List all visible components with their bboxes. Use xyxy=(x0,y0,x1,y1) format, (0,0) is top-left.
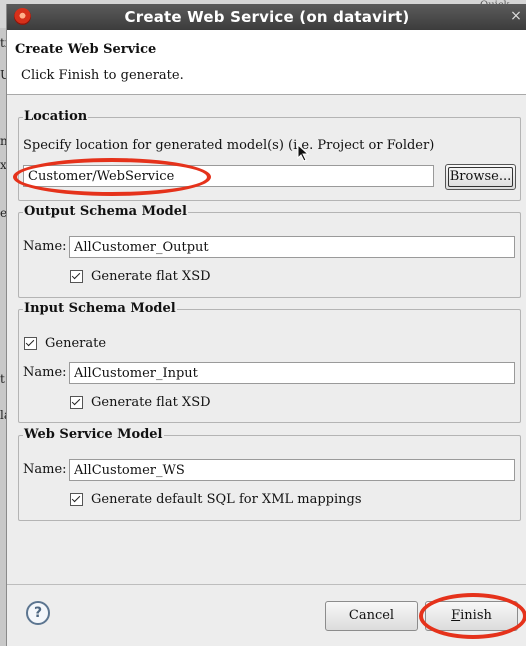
ws-name-label: Name: xyxy=(23,462,67,477)
cancel-button[interactable]: Cancel xyxy=(325,601,418,631)
finish-button[interactable]: Finish xyxy=(425,601,518,631)
input-flat-xsd-label: Generate flat XSD xyxy=(91,395,211,410)
input-generate-row[interactable]: Generate xyxy=(24,336,106,351)
output-schema-group: Output Schema Model Name: Generate flat … xyxy=(18,204,521,298)
help-icon[interactable]: ? xyxy=(26,601,50,625)
close-icon[interactable]: × xyxy=(509,7,523,25)
input-flat-xsd-checkbox[interactable] xyxy=(70,396,83,409)
ws-default-sql-checkbox[interactable] xyxy=(70,493,83,506)
browse-focus-ring xyxy=(448,167,513,187)
input-schema-group-title: Input Schema Model xyxy=(23,301,177,316)
finish-mnemonic: F xyxy=(451,608,461,623)
finish-label: inish xyxy=(460,608,492,623)
location-input[interactable] xyxy=(23,165,434,187)
output-schema-group-title: Output Schema Model xyxy=(23,204,188,219)
wizard-header: Create Web Service Click Finish to gener… xyxy=(7,30,526,95)
input-generate-label: Generate xyxy=(45,336,107,351)
output-flat-xsd-checkbox[interactable] xyxy=(70,270,83,283)
output-name-label: Name: xyxy=(23,239,67,254)
wizard-title: Create Web Service xyxy=(15,42,157,57)
dialog-title: Create Web Service (on datavirt) xyxy=(124,8,410,26)
output-name-input[interactable] xyxy=(69,236,515,258)
mouse-cursor-icon xyxy=(297,144,310,162)
web-service-group-title: Web Service Model xyxy=(23,427,164,442)
location-description: Specify location for generated model(s) … xyxy=(23,138,435,153)
input-generate-checkbox[interactable] xyxy=(24,337,37,350)
ws-default-sql-row[interactable]: Generate default SQL for XML mappings xyxy=(70,492,362,507)
output-flat-xsd-label: Generate flat XSD xyxy=(91,269,211,284)
browse-button[interactable]: Browse... xyxy=(445,164,516,190)
input-name-label: Name: xyxy=(23,365,67,380)
input-name-input[interactable] xyxy=(69,362,515,384)
location-group-title: Location xyxy=(23,109,89,124)
create-web-service-dialog: Create Web Service (on datavirt) × Creat… xyxy=(6,4,526,646)
dialog-titlebar[interactable]: Create Web Service (on datavirt) × xyxy=(7,4,526,30)
ws-name-input[interactable] xyxy=(69,459,515,481)
output-flat-xsd-row[interactable]: Generate flat XSD xyxy=(70,269,211,284)
button-bar-separator xyxy=(7,584,526,585)
input-schema-group: Input Schema Model Generate Name: Genera… xyxy=(18,301,521,423)
ws-default-sql-label: Generate default SQL for XML mappings xyxy=(91,492,362,507)
wizard-message: Click Finish to generate. xyxy=(21,68,184,83)
input-flat-xsd-row[interactable]: Generate flat XSD xyxy=(70,395,211,410)
web-service-group: Web Service Model Name: Generate default… xyxy=(18,427,521,521)
